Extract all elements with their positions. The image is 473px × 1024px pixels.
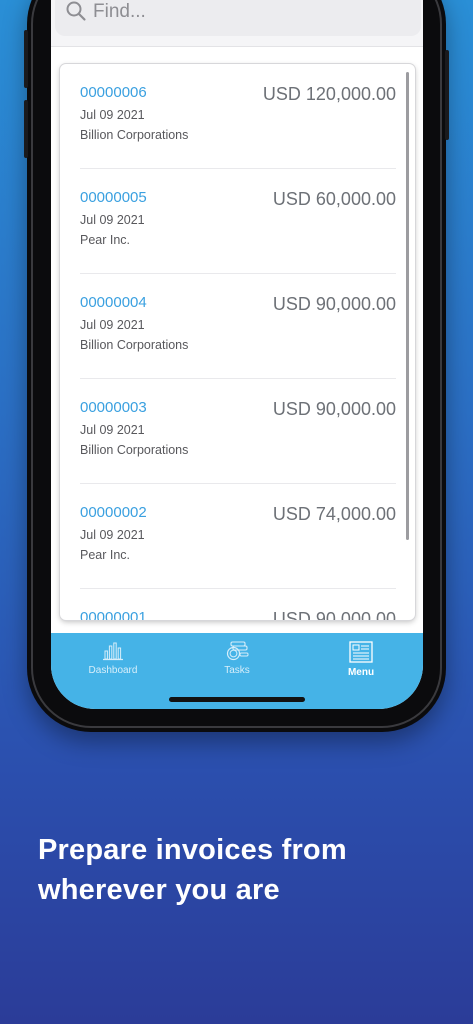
invoice-row[interactable]: 00000005 Jul 09 2021 Pear Inc. USD 60,00… [80, 169, 396, 274]
headline-line: Prepare invoices from [38, 834, 347, 866]
invoice-row[interactable]: 00000006 Jul 09 2021 Billion Corporation… [80, 64, 396, 169]
headline-line: wherever you are [38, 874, 280, 906]
list-scrollbar[interactable] [406, 72, 409, 540]
volume-button [24, 100, 28, 158]
app-screen: 00000006 Jul 09 2021 Billion Corporation… [51, 0, 423, 709]
home-indicator [169, 697, 305, 702]
invoice-row[interactable]: 00000004 Jul 09 2021 Billion Corporation… [80, 274, 396, 379]
power-button [445, 50, 449, 140]
invoice-number[interactable]: 00000003 [80, 399, 147, 416]
search-box[interactable] [55, 0, 421, 36]
search-input[interactable] [91, 0, 395, 24]
invoice-number[interactable]: 00000001 [80, 609, 147, 620]
invoice-row[interactable]: 00000002 Jul 09 2021 Pear Inc. USD 74,00… [80, 484, 396, 589]
invoice-row[interactable]: 00000001 USD 90,000.00 [80, 589, 396, 620]
invoice-client: Billion Corporations [80, 443, 189, 457]
invoice-date: Jul 09 2021 [80, 318, 145, 332]
invoice-client: Billion Corporations [80, 128, 189, 142]
tab-menu[interactable]: Menu [299, 641, 423, 691]
invoice-date: Jul 09 2021 [80, 213, 145, 227]
invoice-client: Pear Inc. [80, 233, 131, 247]
search-icon [66, 1, 86, 21]
invoice-client: Pear Inc. [80, 548, 131, 562]
search-bar [51, 0, 423, 47]
tab-label: Tasks [224, 665, 250, 676]
volume-button [24, 30, 28, 88]
bar-chart-icon [103, 642, 123, 661]
tab-label: Dashboard [88, 665, 138, 676]
invoice-amount: USD 60,000.00 [272, 189, 396, 209]
tab-bar: Dashboard Tasks Menu [51, 633, 423, 709]
invoice-date: Jul 09 2021 [80, 528, 145, 542]
invoice-row[interactable]: 00000003 Jul 09 2021 Billion Corporation… [80, 379, 396, 484]
invoice-amount: USD 90,000.00 [272, 294, 396, 314]
invoice-number[interactable]: 00000006 [80, 84, 147, 101]
coins-icon [226, 641, 249, 661]
invoice-number[interactable]: 00000004 [80, 294, 147, 311]
invoice-number[interactable]: 00000002 [80, 504, 147, 521]
promo-headline: Prepare invoices from wherever you are [38, 830, 458, 910]
invoice-date: Jul 09 2021 [80, 108, 145, 122]
invoice-number[interactable]: 00000005 [80, 189, 147, 206]
invoice-list[interactable]: 00000006 Jul 09 2021 Billion Corporation… [60, 64, 415, 620]
menu-list-icon [349, 641, 373, 663]
invoice-amount: USD 74,000.00 [272, 504, 396, 524]
invoice-client: Billion Corporations [80, 338, 189, 352]
invoice-date: Jul 09 2021 [80, 423, 145, 437]
tab-label: Menu [347, 667, 375, 678]
tab-tasks[interactable]: Tasks [175, 641, 299, 691]
invoice-amount: USD 90,000.00 [272, 399, 396, 419]
invoice-amount: USD 90,000.00 [272, 609, 396, 620]
invoice-amount: USD 120,000.00 [262, 84, 396, 104]
tab-dashboard[interactable]: Dashboard [51, 641, 175, 691]
